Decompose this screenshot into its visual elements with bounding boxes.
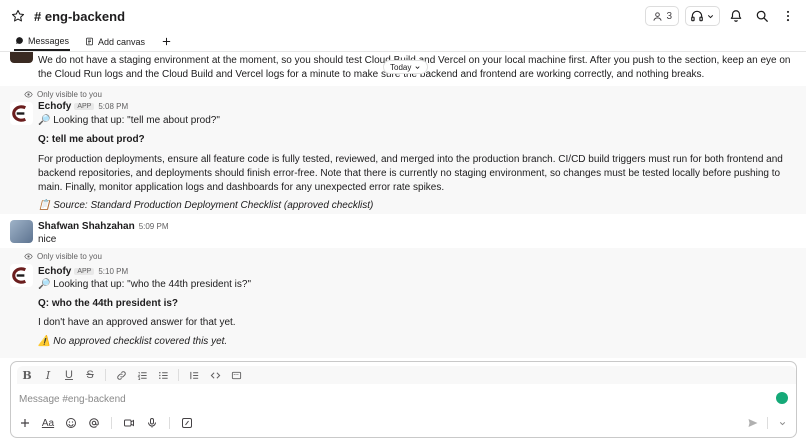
- member-count: 3: [666, 10, 672, 22]
- timestamp[interactable]: 5:10 PM: [98, 267, 128, 276]
- answer-text: For production deployments, ensure all f…: [38, 154, 783, 193]
- strikethrough-icon[interactable]: S: [82, 367, 98, 383]
- toolbar-divider: [767, 417, 768, 429]
- italic-icon[interactable]: I: [40, 367, 56, 383]
- sender-name[interactable]: Echofy: [38, 266, 71, 277]
- echofy-avatar[interactable]: [10, 102, 33, 125]
- code-block-icon[interactable]: [228, 367, 244, 383]
- channel-header: # eng-backend 3: [0, 0, 806, 32]
- bullet-list-icon[interactable]: [155, 367, 171, 383]
- only-visible-note: Only visible to you: [24, 252, 102, 261]
- shortcuts-icon[interactable]: [179, 415, 195, 431]
- app-badge: APP: [74, 268, 95, 275]
- code-icon[interactable]: [207, 367, 223, 383]
- send-icon[interactable]: [745, 415, 761, 431]
- toolbar-divider: [169, 417, 170, 429]
- warning-text: ⚠️ No approved checklist covered this ye…: [38, 336, 228, 347]
- star-icon[interactable]: [10, 8, 26, 24]
- timestamp[interactable]: 5:09 PM: [139, 222, 169, 231]
- timestamp[interactable]: 5:08 PM: [98, 102, 128, 111]
- grammarly-icon[interactable]: [776, 392, 788, 404]
- eye-icon: [24, 91, 33, 98]
- channel-tabs: Messages Add canvas: [0, 32, 806, 52]
- mention-icon[interactable]: [86, 415, 102, 431]
- only-visible-label: Only visible to you: [37, 252, 102, 261]
- question-text: Q: who the 44th president is?: [38, 298, 179, 309]
- app-badge: APP: [74, 103, 95, 110]
- tab-add-canvas-label: Add canvas: [98, 36, 146, 47]
- message-composer: B I U S Aa: [10, 361, 797, 438]
- bold-icon[interactable]: B: [19, 367, 35, 383]
- message-meta: Shafwan Shahzahan 5:09 PM: [38, 220, 168, 232]
- message-echofy-president: Only visible to you Echofy APP 5:10 PM 🔎 L…: [0, 248, 806, 358]
- eye-icon: [24, 253, 33, 260]
- video-icon[interactable]: [121, 415, 137, 431]
- date-label: Today: [390, 62, 412, 72]
- message-meta: Echofy APP 5:10 PM: [38, 265, 128, 277]
- headphones-icon: [691, 10, 703, 22]
- canvas-icon: [86, 37, 93, 46]
- microphone-icon[interactable]: [144, 415, 160, 431]
- message-user-nice: Shafwan Shahzahan 5:09 PM nice: [0, 214, 806, 248]
- chevron-down-icon: [415, 65, 420, 69]
- ordered-list-icon[interactable]: [134, 367, 150, 383]
- channel-name[interactable]: # eng-backend: [34, 9, 125, 24]
- members-button[interactable]: 3: [645, 6, 679, 26]
- toolbar-divider: [178, 369, 179, 381]
- send-controls: [745, 415, 790, 431]
- sender-name[interactable]: Shafwan Shahzahan: [38, 221, 135, 232]
- lookup-text: 🔎 Looking that up: "tell me about prod?": [38, 115, 220, 126]
- more-options-icon[interactable]: [778, 6, 798, 26]
- chevron-down-icon: [707, 14, 714, 18]
- formatting-toolbar: B I U S: [17, 366, 796, 384]
- only-visible-label: Only visible to you: [37, 90, 102, 99]
- plus-icon[interactable]: [17, 415, 33, 431]
- message-list[interactable]: We do not have a staging environment at …: [0, 52, 806, 358]
- toolbar-divider: [105, 369, 106, 381]
- tab-add-canvas[interactable]: Add canvas: [84, 32, 146, 51]
- lookup-text: 🔎 Looking that up: "who the 44th preside…: [38, 279, 252, 290]
- only-visible-note: Only visible to you: [24, 90, 102, 99]
- date-divider-today[interactable]: Today: [383, 60, 429, 74]
- formatting-toggle-icon[interactable]: Aa: [40, 415, 56, 431]
- tab-messages[interactable]: Messages: [14, 32, 71, 51]
- add-tab-button[interactable]: [160, 32, 173, 51]
- tab-messages-label: Messages: [28, 35, 70, 46]
- composer-actions: Aa: [17, 415, 195, 431]
- message-bubble-icon: [16, 37, 23, 44]
- source-text: 📋 Source: Standard Production Deployment…: [38, 200, 374, 211]
- toolbar-divider: [111, 417, 112, 429]
- message-echofy-prod: Only visible to you Echofy APP 5:08 PM 🔎 L…: [0, 86, 806, 214]
- echofy-avatar[interactable]: [10, 264, 33, 287]
- user-avatar[interactable]: [10, 220, 33, 243]
- emoji-icon[interactable]: [63, 415, 79, 431]
- message-text: nice: [38, 234, 57, 245]
- message-input[interactable]: [19, 392, 759, 406]
- plus-icon: [162, 37, 171, 46]
- avatar: [10, 52, 33, 63]
- underline-icon[interactable]: U: [61, 367, 77, 383]
- answer-text: I don't have an approved answer for that…: [38, 317, 236, 328]
- huddle-button[interactable]: [685, 6, 720, 26]
- question-text: Q: tell me about prod?: [38, 134, 145, 145]
- sender-name[interactable]: Echofy: [38, 101, 71, 112]
- person-icon: [653, 11, 663, 21]
- chevron-down-icon[interactable]: [774, 415, 790, 431]
- message-meta: Echofy APP 5:08 PM: [38, 100, 128, 112]
- search-icon[interactable]: [752, 6, 772, 26]
- link-icon[interactable]: [113, 367, 129, 383]
- blockquote-icon[interactable]: [186, 367, 202, 383]
- notification-icon[interactable]: [726, 6, 746, 26]
